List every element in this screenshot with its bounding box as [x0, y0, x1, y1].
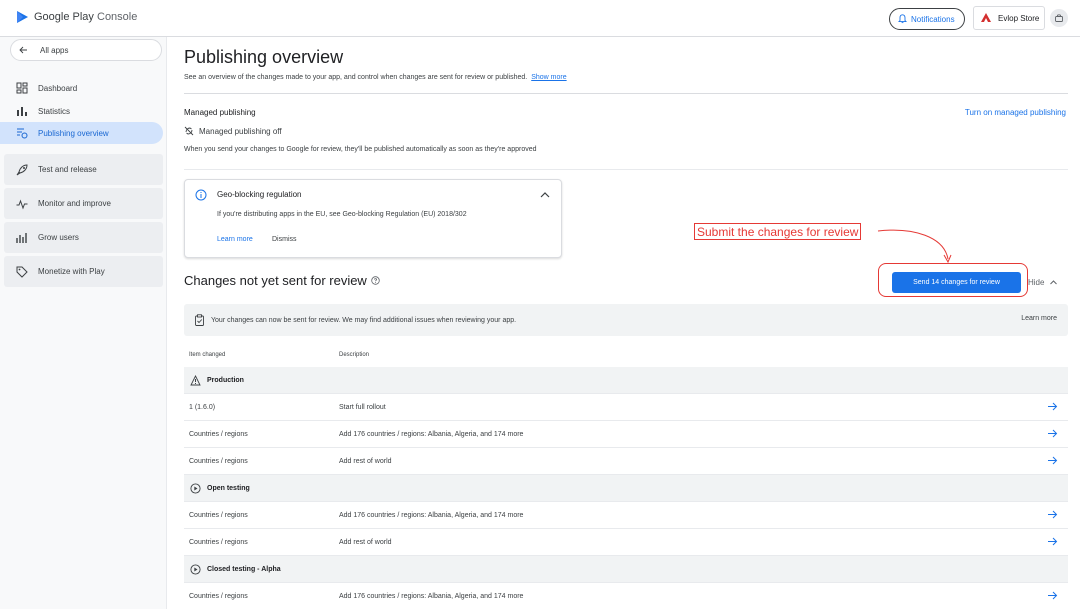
- google-play-console-logo[interactable]: Google Play Console: [16, 10, 137, 24]
- publishing-icon: [17, 128, 28, 139]
- sidebar-item-publishing-overview[interactable]: Publishing overview: [0, 122, 163, 144]
- logo-label: Google Play: [34, 11, 94, 23]
- sidebar-section-label: Monitor and improve: [38, 199, 111, 208]
- sidebar-section-label: Test and release: [38, 165, 97, 174]
- arrow-forward-icon[interactable]: [1047, 455, 1058, 466]
- top-bar: Google Play Console Notifications Evlop …: [0, 0, 1080, 37]
- play-circle-icon: [190, 483, 201, 494]
- hide-changes-button[interactable]: Hide: [1028, 278, 1058, 287]
- store-name: Evlop Store: [998, 13, 1040, 23]
- arrow-forward-icon[interactable]: [1047, 536, 1058, 547]
- group-label: Closed testing - Alpha: [207, 566, 281, 573]
- group-label: Production: [207, 377, 244, 384]
- row-item: Countries / regions: [189, 512, 248, 519]
- bar-chart-icon: [17, 107, 27, 116]
- changes-title-text: Changes not yet sent for review: [184, 273, 367, 288]
- table-row[interactable]: 1 (1.6.0) Start full rollout: [184, 394, 1068, 421]
- group-row-production: Production: [184, 367, 1068, 394]
- play-circle-icon: [190, 564, 201, 575]
- dashboard-icon: [16, 82, 28, 94]
- all-apps-button[interactable]: All apps: [10, 39, 162, 61]
- table-row[interactable]: Countries / regions Add 176 countries / …: [184, 421, 1068, 448]
- sidebar-section-grow-users[interactable]: Grow users: [4, 222, 163, 253]
- bell-icon: [898, 14, 907, 24]
- row-item: 1 (1.6.0): [189, 404, 216, 411]
- help-icon[interactable]: [371, 276, 380, 285]
- store-logo-icon: [981, 13, 991, 22]
- all-apps-label: All apps: [40, 45, 69, 55]
- sidebar-item-label: Statistics: [38, 106, 71, 116]
- column-header-item: Item changed: [189, 352, 226, 358]
- row-description: Add 176 countries / regions: Albania, Al…: [339, 431, 524, 438]
- store-selector[interactable]: Evlop Store: [973, 6, 1045, 30]
- row-item: Countries / regions: [189, 539, 248, 546]
- row-description: Add rest of world: [339, 539, 392, 546]
- table-row[interactable]: Countries / regions Add 176 countries / …: [184, 583, 1068, 609]
- annotation-arrow: [877, 229, 952, 264]
- notifications-label: Notifications: [911, 14, 955, 24]
- sidebar: All apps Dashboard Statistics Publishing…: [0, 37, 167, 609]
- arrow-forward-icon[interactable]: [1047, 509, 1058, 520]
- row-description: Start full rollout: [339, 404, 386, 411]
- row-description: Add rest of world: [339, 458, 392, 465]
- send-changes-for-review-button[interactable]: Send 14 changes for review: [892, 272, 1021, 293]
- sidebar-item-dashboard[interactable]: Dashboard: [0, 77, 163, 99]
- warning-icon: [190, 375, 201, 386]
- account-button[interactable]: [1050, 9, 1068, 27]
- sidebar-section-monitor-and-improve[interactable]: Monitor and improve: [4, 188, 163, 219]
- notice-learn-more-link[interactable]: Learn more: [1021, 315, 1057, 322]
- arrow-back-icon: [19, 46, 27, 54]
- sidebar-section-label: Grow users: [38, 233, 79, 242]
- sidebar-item-statistics[interactable]: Statistics: [0, 100, 163, 122]
- column-header-description: Description: [339, 352, 370, 358]
- tag-icon: [16, 266, 28, 278]
- arrow-forward-icon[interactable]: [1047, 590, 1058, 601]
- arrow-forward-icon[interactable]: [1047, 401, 1058, 412]
- table-row[interactable]: Countries / regions Add 176 countries / …: [184, 502, 1068, 529]
- row-description: Add 176 countries / regions: Albania, Al…: [339, 593, 524, 600]
- chevron-up-icon: [1050, 280, 1058, 285]
- sidebar-section-label: Monetize with Play: [38, 267, 105, 276]
- play-logo-icon: [17, 11, 28, 23]
- table-row[interactable]: Countries / regions Add rest of world: [184, 448, 1068, 475]
- sidebar-section-monetize-with-play[interactable]: Monetize with Play: [4, 256, 163, 287]
- group-label: Open testing: [207, 485, 250, 492]
- changes-section-title: Changes not yet sent for review: [184, 273, 380, 288]
- rocket-icon: [16, 163, 28, 175]
- pulse-icon: [16, 199, 28, 209]
- row-item: Countries / regions: [189, 458, 248, 465]
- table-row[interactable]: Countries / regions Add rest of world: [184, 529, 1068, 556]
- sidebar-item-label: Dashboard: [38, 83, 78, 93]
- grow-icon: [16, 232, 27, 243]
- logo-label-console: Console: [97, 11, 138, 23]
- row-item: Countries / regions: [189, 431, 248, 438]
- sidebar-section-test-and-release[interactable]: Test and release: [4, 154, 163, 185]
- sidebar-item-label: Publishing overview: [38, 128, 109, 138]
- row-description: Add 176 countries / regions: Albania, Al…: [339, 512, 524, 519]
- arrow-forward-icon[interactable]: [1047, 428, 1058, 439]
- review-notice-text: Your changes can now be sent for review.…: [211, 316, 517, 324]
- row-item: Countries / regions: [189, 593, 248, 600]
- notifications-button[interactable]: Notifications: [889, 8, 965, 30]
- clipboard-icon: [195, 314, 204, 326]
- review-notice: Your changes can now be sent for review.…: [184, 304, 1068, 336]
- hide-label: Hide: [1028, 278, 1045, 287]
- group-row-open-testing: Open testing: [184, 475, 1068, 502]
- account-icon: [1055, 14, 1063, 22]
- group-row-closed-testing-alpha: Closed testing - Alpha: [184, 556, 1068, 583]
